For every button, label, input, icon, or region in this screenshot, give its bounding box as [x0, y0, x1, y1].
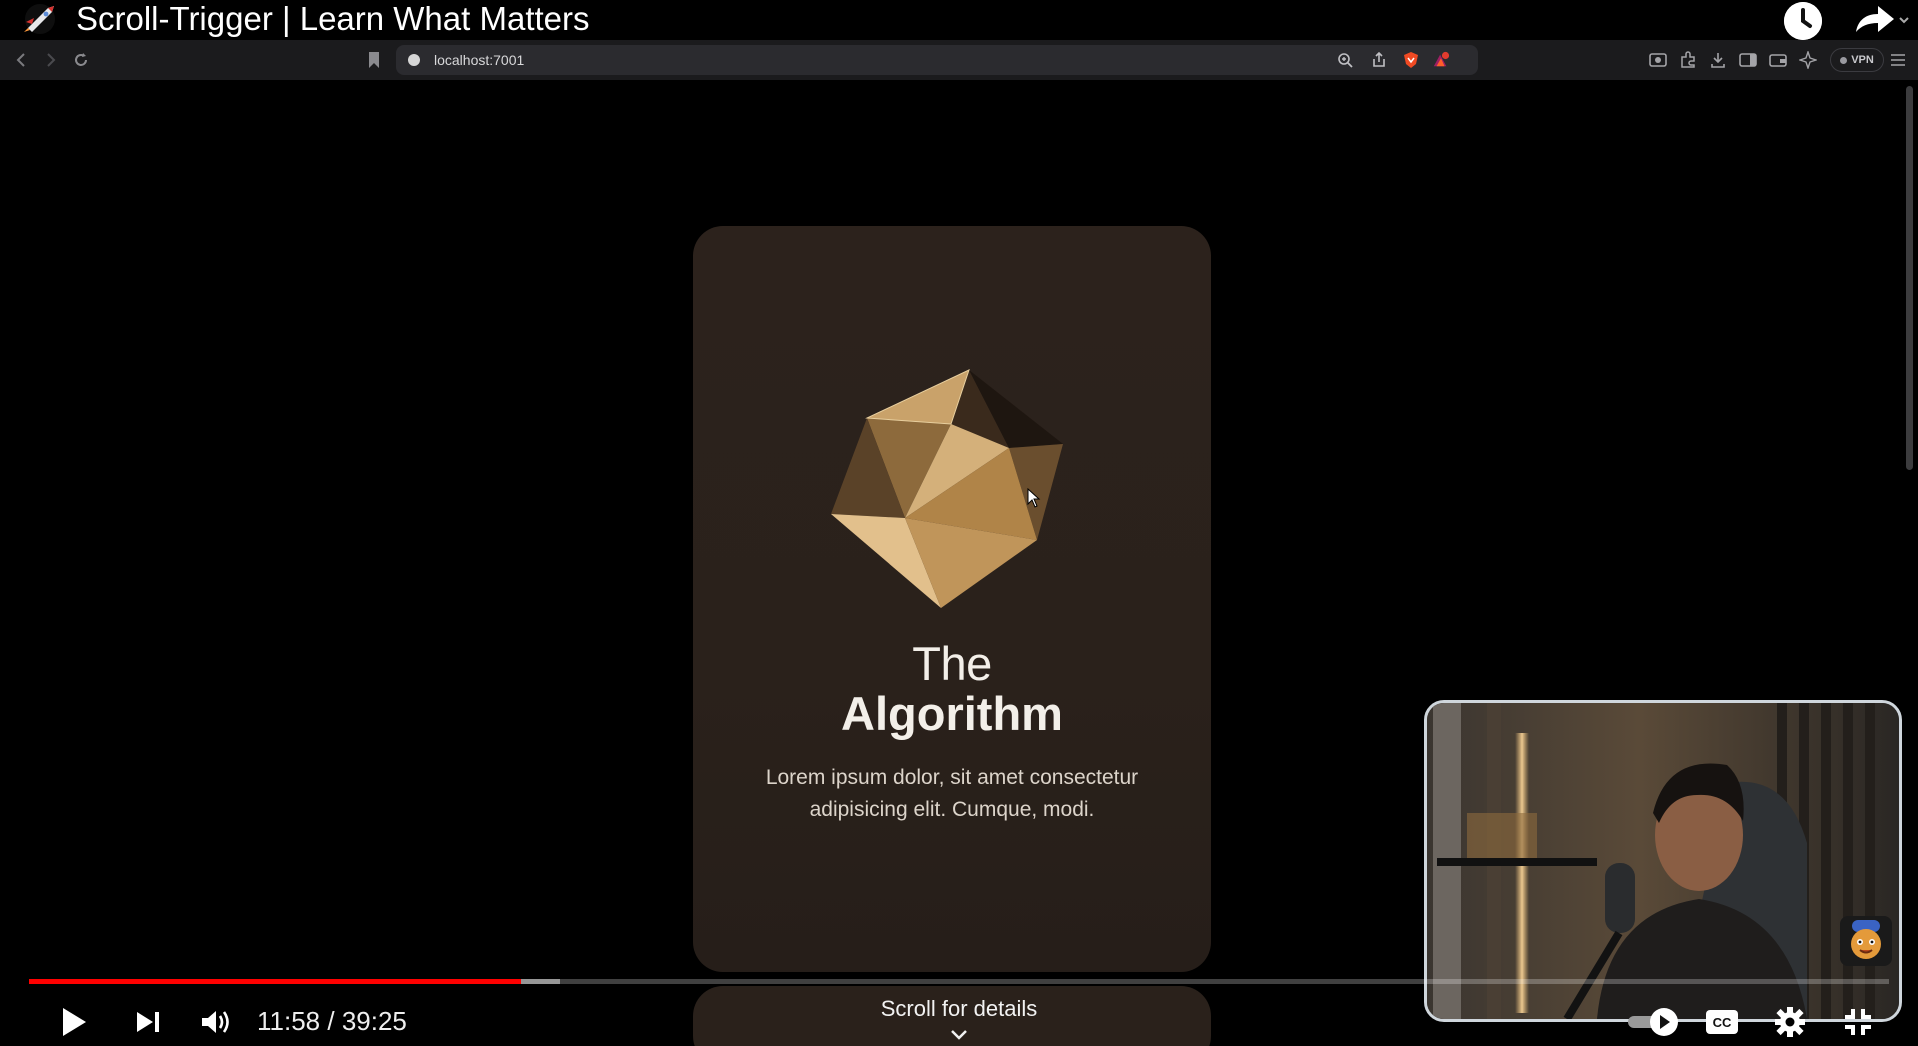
card-description: Lorem ipsum dolor, sit amet consectetur … — [765, 766, 1139, 821]
leo-ai-icon[interactable] — [1798, 50, 1818, 70]
url-text[interactable]: localhost:7001 — [434, 52, 524, 68]
vpn-status-dot — [1840, 56, 1848, 64]
brave-rewards-icon[interactable] — [1432, 51, 1450, 69]
next-track-icon[interactable] — [130, 1004, 166, 1040]
share-arrow-icon[interactable] — [1850, 2, 1912, 38]
forward-icon[interactable] — [40, 49, 62, 71]
page-scrollbar[interactable] — [1906, 86, 1913, 470]
address-bar[interactable]: localhost:7001 — [396, 45, 1478, 75]
card-title-the: The — [912, 637, 992, 690]
time-current: 11:58 — [257, 1006, 321, 1036]
time-separator: / — [320, 1006, 342, 1036]
autoplay-toggle-icon[interactable] — [1626, 1004, 1688, 1040]
mouse-cursor-icon — [1027, 487, 1041, 508]
brave-shield-icon[interactable] — [1402, 51, 1420, 69]
vpn-label: VPN — [1851, 54, 1874, 66]
player-controls: 11:58 / 39:25 CC — [0, 996, 1918, 1046]
vpn-button[interactable]: VPN — [1830, 48, 1884, 72]
volume-icon[interactable] — [196, 1004, 236, 1040]
extensions-icon[interactable] — [1678, 50, 1698, 70]
presenter-webcam — [1424, 700, 1902, 1022]
download-icon[interactable] — [1708, 50, 1728, 70]
back-icon[interactable] — [10, 49, 32, 71]
wallet-icon[interactable] — [1768, 50, 1788, 70]
gear-icon[interactable] — [1770, 1002, 1810, 1042]
time-display: 11:58 / 39:25 — [257, 1006, 407, 1037]
menu-icon[interactable] — [1888, 50, 1908, 70]
cc-icon[interactable]: CC — [1702, 1004, 1742, 1040]
browser-toolbar: localhost:7001 VPN — [0, 40, 1918, 80]
exit-fullscreen-icon[interactable] — [1838, 1002, 1878, 1042]
screenshot-icon[interactable] — [1648, 50, 1668, 70]
bookmark-icon[interactable] — [366, 50, 382, 70]
rocket-icon[interactable] — [18, 2, 64, 36]
time-total: 39:25 — [341, 1006, 407, 1036]
play-icon[interactable] — [54, 1002, 94, 1042]
progress-played — [29, 979, 521, 984]
share-page-icon[interactable] — [1370, 51, 1388, 69]
reload-icon[interactable] — [70, 49, 92, 71]
zoom-icon[interactable] — [1336, 51, 1354, 69]
video-title-bar: Scroll-Trigger | Learn What Matters — [0, 0, 1918, 40]
algorithm-card: The Algorithm Lorem ipsum dolor, sit ame… — [693, 226, 1211, 972]
video-progress-bar[interactable] — [29, 979, 1889, 984]
video-title[interactable]: Scroll-Trigger | Learn What Matters — [76, 0, 590, 38]
clock-icon[interactable] — [1784, 2, 1822, 40]
svg-text:CC: CC — [1713, 1015, 1732, 1030]
sidebar-icon[interactable] — [1738, 50, 1758, 70]
card-title-algorithm: Algorithm — [841, 687, 1063, 740]
channel-mascot-icon[interactable] — [1840, 916, 1892, 966]
site-info-icon[interactable] — [408, 54, 420, 66]
